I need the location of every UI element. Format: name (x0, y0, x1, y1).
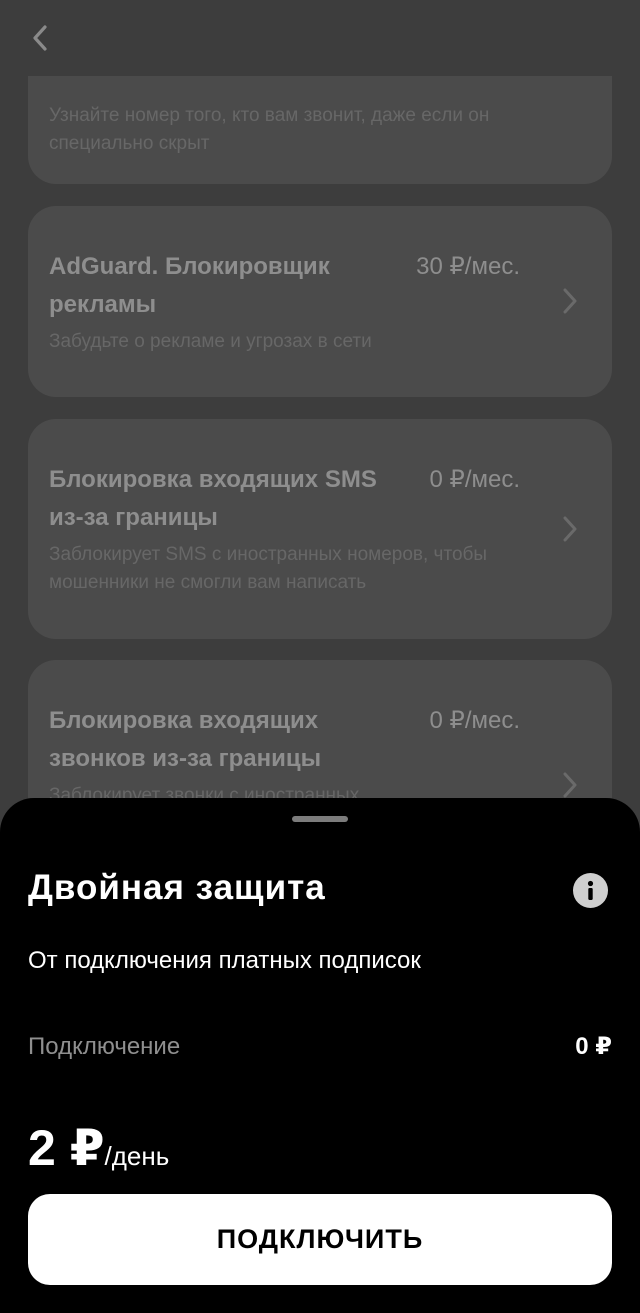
service-description: Узнайте номер того, кто вам звонит, даже… (49, 105, 490, 154)
connection-fee-label: Подключение (28, 1033, 181, 1060)
service-price: 0 ₽/мес. (429, 466, 520, 493)
service-card-adguard[interactable]: AdGuard. Блокировщик рекламы 30 ₽/мес. З… (28, 206, 612, 397)
screen: Узнайте номер того, кто вам звонит, даже… (0, 0, 640, 1313)
service-title: AdGuard. Блокировщик рекламы (49, 253, 330, 318)
service-title: Блокировка входящих звонков из-за границ… (49, 707, 322, 772)
services-list[interactable]: Узнайте номер того, кто вам звонит, даже… (0, 76, 640, 798)
chevron-right-icon (558, 514, 582, 544)
price-unit: /день (104, 1141, 170, 1171)
service-description: Заблокирует SMS с иностранных номеров, ч… (49, 544, 488, 593)
service-title: Блокировка входящих SMS из-за границы (49, 466, 377, 531)
chevron-left-icon (33, 25, 47, 51)
service-card-caller-id[interactable]: Узнайте номер того, кто вам звонит, даже… (28, 76, 612, 184)
top-bar (0, 0, 640, 76)
chevron-right-icon (558, 770, 582, 798)
service-description: Забудьте о рекламе и угрозах в сети (49, 331, 372, 352)
price-amount: 2 ₽ (28, 1120, 105, 1176)
sheet-subtitle: От подключения платных подписок (28, 947, 421, 974)
connect-button[interactable]: ПОДКЛЮЧИТЬ (28, 1194, 612, 1285)
service-price: 0 ₽/мес. (429, 707, 520, 734)
service-price: 30 ₽/мес. (416, 253, 520, 280)
bottom-sheet: Двойная защита От подключения платных по… (0, 798, 640, 1313)
info-icon[interactable] (573, 873, 608, 908)
sheet-title: Двойная защита (28, 868, 326, 907)
connection-fee-value: 0 ₽ (575, 1033, 612, 1060)
back-button[interactable] (20, 18, 60, 58)
sheet-drag-handle[interactable] (292, 816, 348, 822)
service-card-sms-block[interactable]: Блокировка входящих SMS из-за границы 0 … (28, 419, 612, 639)
service-description: Заблокирует звонки с иностранных (49, 785, 360, 798)
daily-price: 2 ₽/день (28, 1118, 169, 1186)
service-card-call-block[interactable]: Блокировка входящих звонков из-за границ… (28, 660, 612, 798)
chevron-right-icon (558, 286, 582, 316)
